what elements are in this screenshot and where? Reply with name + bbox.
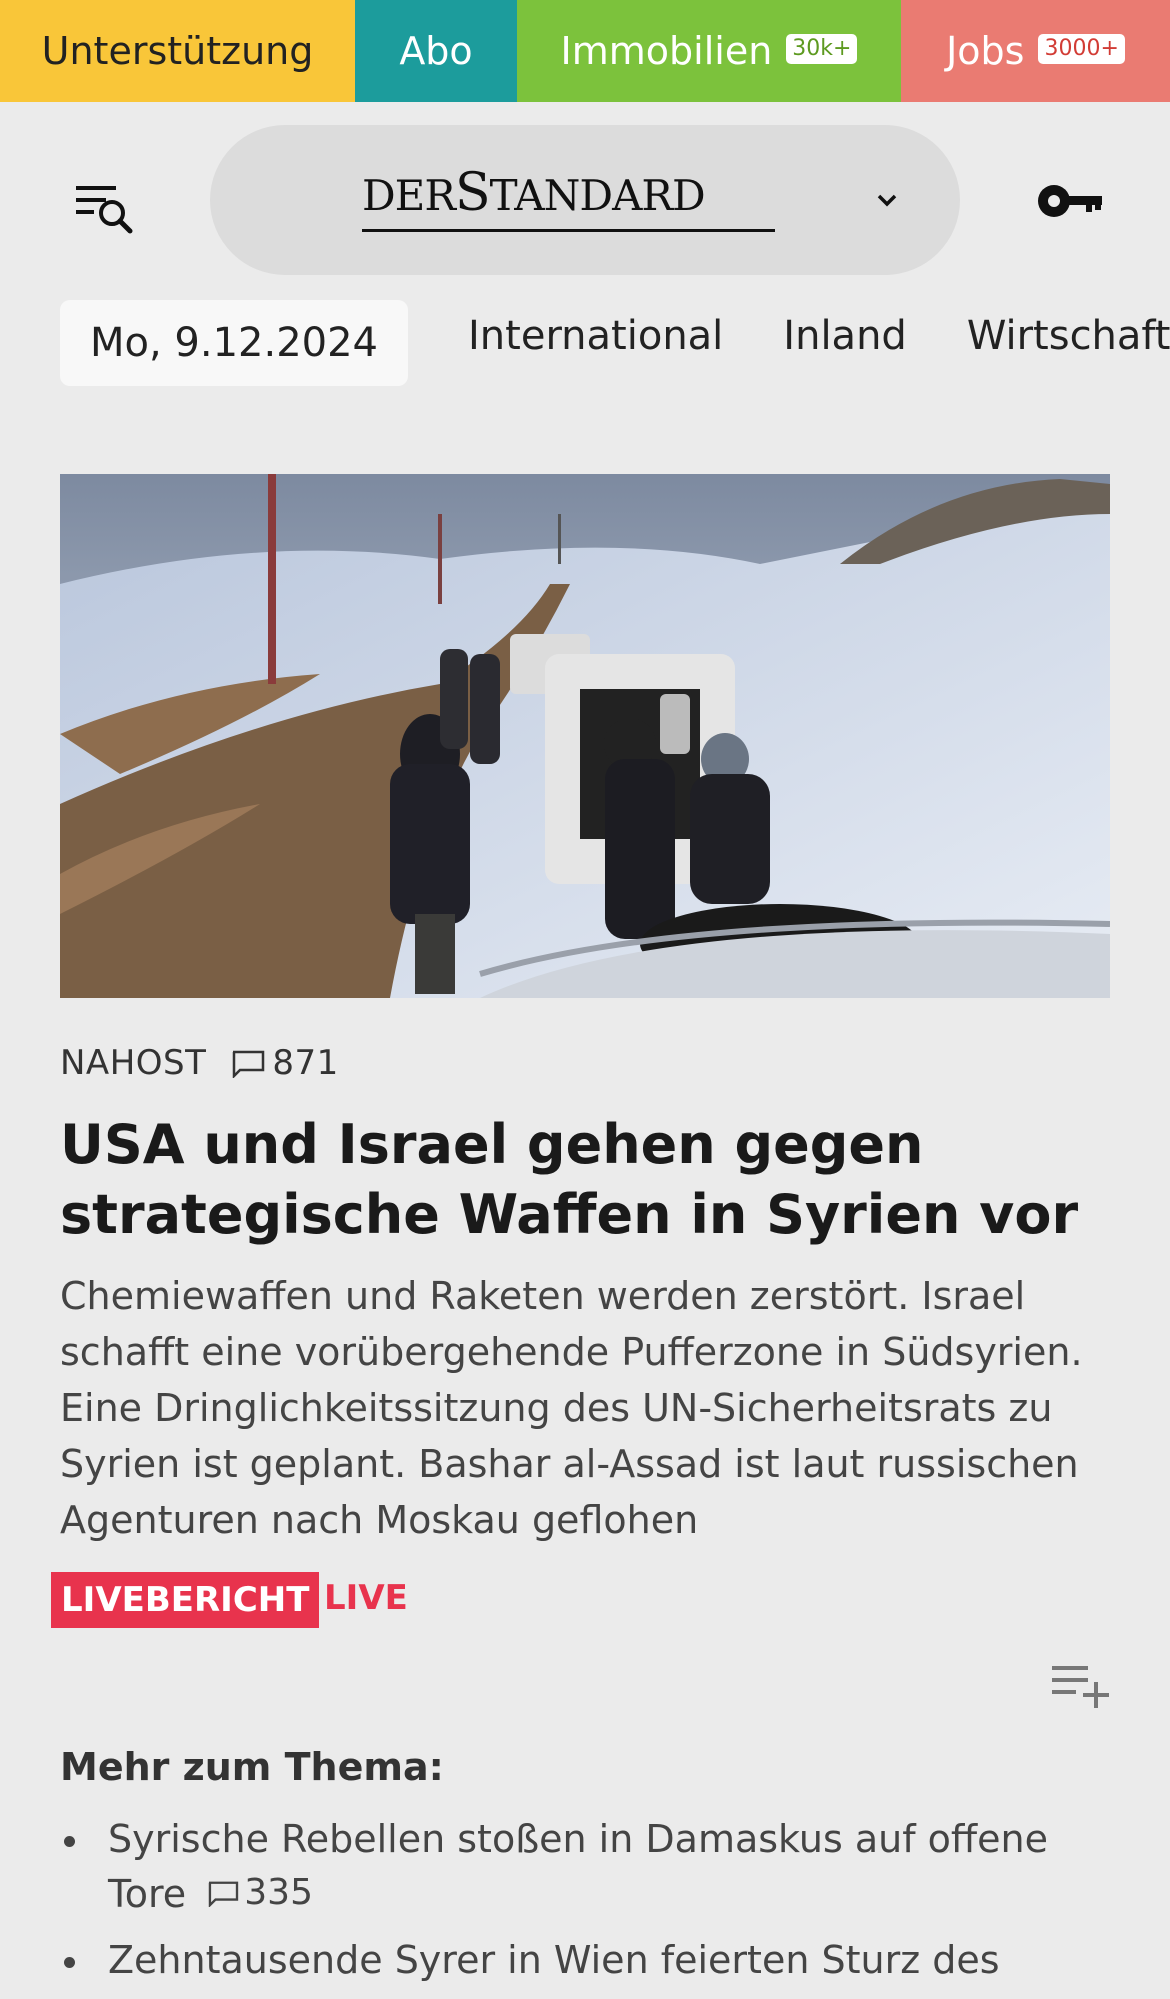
login-button[interactable] <box>1036 180 1106 222</box>
logo-pill[interactable]: DERSTANDARD <box>210 125 960 275</box>
top-service-bar: Unterstützung Abo Immobilien 30k+ Jobs 3… <box>0 0 1170 102</box>
livebericht-badge: LIVEBERICHT <box>51 1572 320 1628</box>
kicker-label: NAHOST <box>60 1043 207 1083</box>
comment-count-value: 871 <box>272 1043 339 1083</box>
logo-s: S <box>454 163 491 223</box>
article-image[interactable] <box>60 474 1110 998</box>
more-topic-list: Syrische Rebellen stoßen in Damaskus auf… <box>60 1812 1120 1999</box>
nav-item-international[interactable]: International <box>468 313 723 359</box>
immobilien-badge: 30k+ <box>786 33 858 65</box>
menu-search-button[interactable] <box>72 180 142 240</box>
jobs-label: Jobs <box>946 29 1025 73</box>
livebericht-label: LIVEBERICHT <box>61 1580 310 1620</box>
playlist-add-icon <box>1052 1666 1109 1708</box>
menu-search-icon <box>76 186 133 234</box>
key-icon <box>1038 185 1102 217</box>
date-label: Mo, 9.12.2024 <box>90 320 378 366</box>
abo-label: Abo <box>399 29 473 73</box>
list-item[interactable]: Zehntausende Syrer in Wien feierten Stur… <box>60 1933 1120 1987</box>
nav-item-inland[interactable]: Inland <box>783 313 907 359</box>
date-chip[interactable]: Mo, 9.12.2024 <box>60 300 408 386</box>
article-kicker: NAHOST 871 <box>60 1043 339 1083</box>
nav-item-wirtschaft[interactable]: Wirtschaft <box>967 313 1170 359</box>
article-photo <box>60 474 1110 998</box>
logo-der: DER <box>362 171 456 220</box>
immobilien-label: Immobilien <box>560 29 773 73</box>
list-item[interactable]: Syrische Rebellen stoßen in Damaskus auf… <box>60 1812 1120 1921</box>
logo-underline <box>362 229 775 232</box>
more-topic-heading: Mehr zum Thema: <box>60 1745 444 1789</box>
jobs-badge: 3000+ <box>1038 33 1125 65</box>
jobs-link[interactable]: Jobs 3000+ <box>901 0 1170 102</box>
comment-icon <box>233 1050 265 1078</box>
logo-tandard: TANDARD <box>489 171 706 220</box>
abo-link[interactable]: Abo <box>355 0 517 102</box>
section-nav: International Inland Wirtschaft <box>468 313 1170 359</box>
support-link[interactable]: Unterstützung <box>0 0 355 102</box>
chevron-down-icon[interactable] <box>872 187 902 213</box>
comment-icon <box>209 1881 239 1907</box>
comment-count[interactable]: 335 <box>206 1866 313 1920</box>
add-to-list-button[interactable] <box>1050 1660 1112 1710</box>
article-lead[interactable]: Chemiewaffen und Raketen werden zerstört… <box>60 1268 1120 1548</box>
immobilien-link[interactable]: Immobilien 30k+ <box>517 0 901 102</box>
comment-count-value: 335 <box>244 1872 313 1913</box>
logo: DERSTANDARD <box>362 163 706 223</box>
live-indicator: LIVE <box>324 1578 408 1618</box>
comment-count[interactable]: 871 <box>230 1043 338 1083</box>
article-headline[interactable]: USA und Israel gehen gegen strategische … <box>60 1110 1120 1250</box>
related-link[interactable]: Zehntausende Syrer in Wien feierten Stur… <box>108 1938 1000 1982</box>
support-label: Unterstützung <box>41 29 314 73</box>
